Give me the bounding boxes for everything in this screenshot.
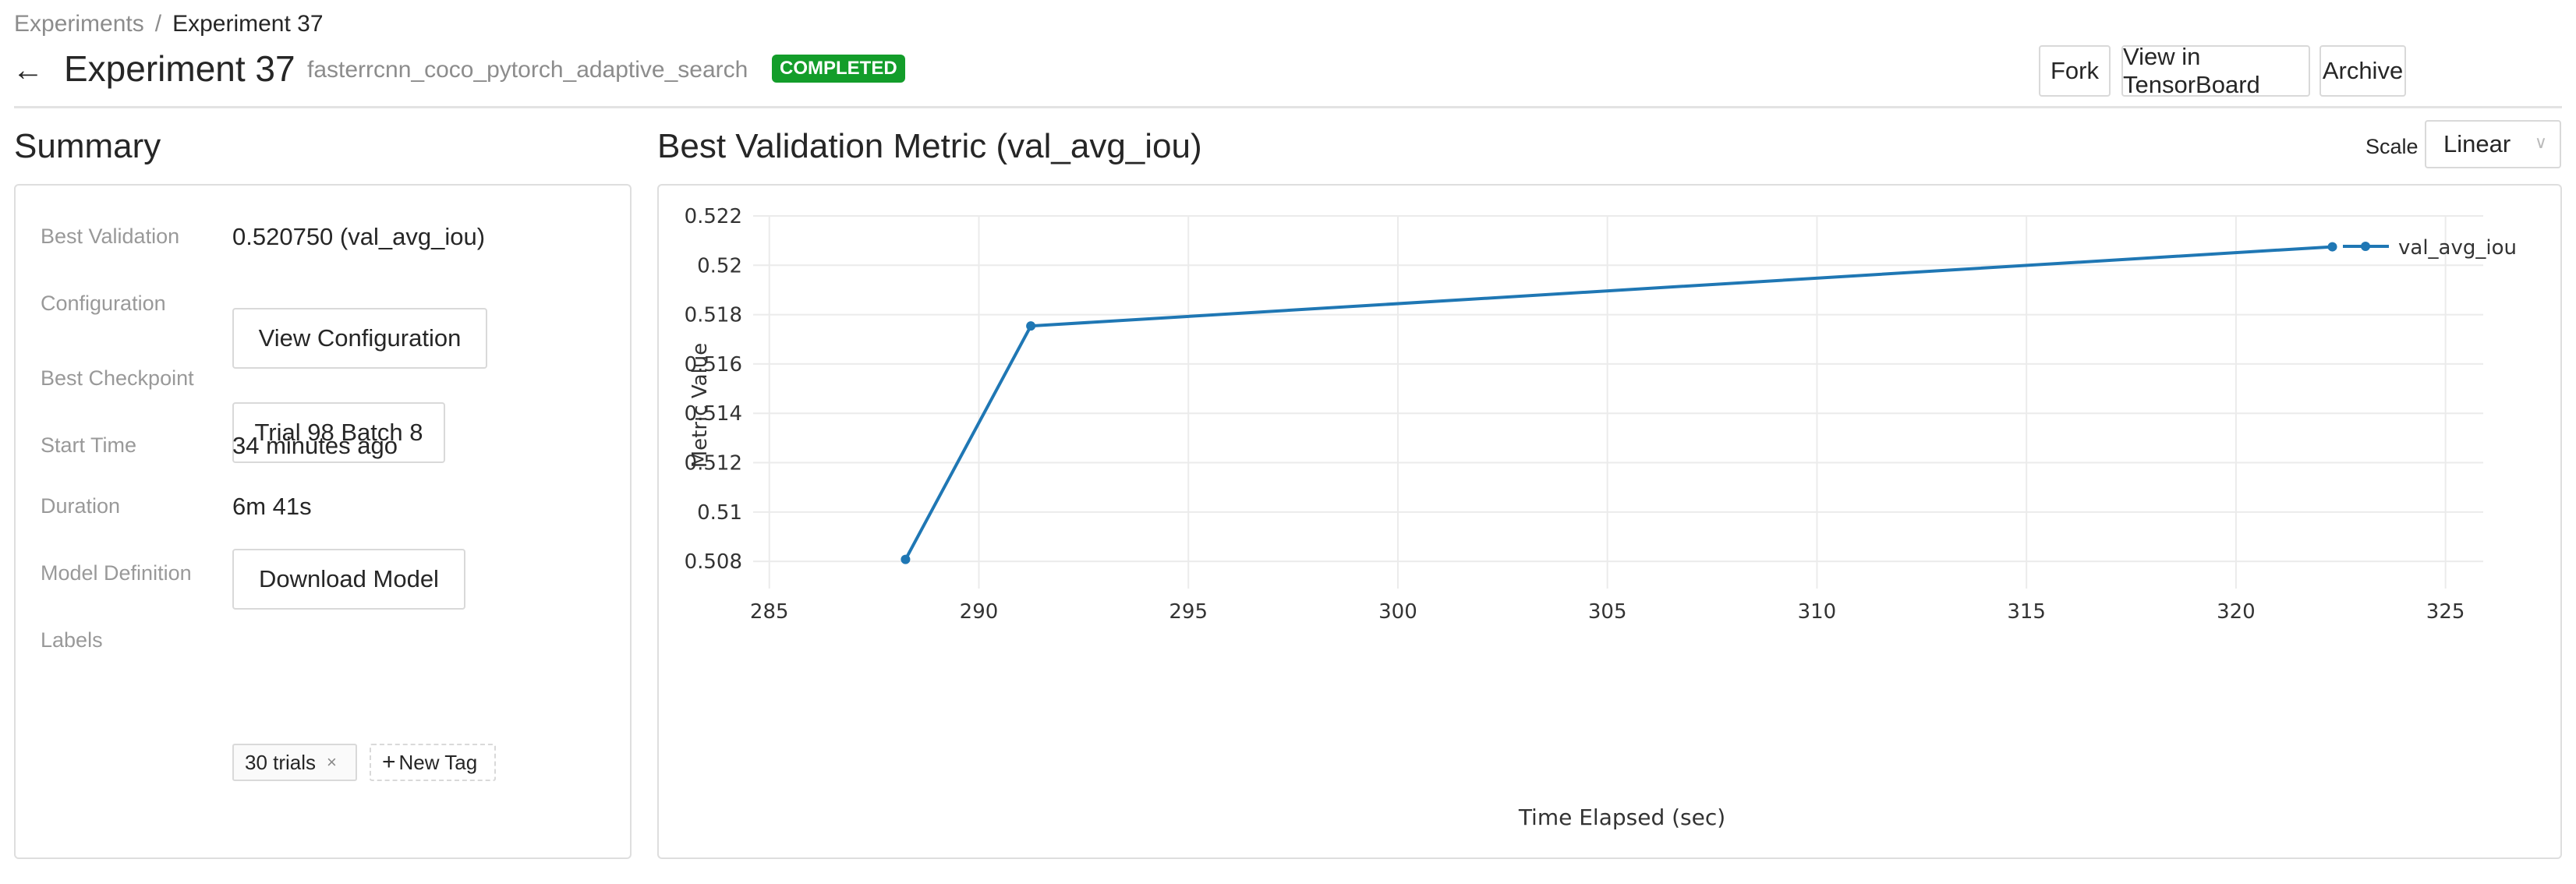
y-tick-label: 0.522: [685, 205, 742, 228]
data-point: [901, 554, 911, 564]
legend-label: val_avg_iou: [2398, 236, 2517, 260]
y-axis-title: Metric Value: [688, 343, 712, 469]
y-tick-label: 0.52: [697, 254, 742, 278]
x-axis-title: Time Elapsed (sec): [1518, 804, 1725, 830]
y-tick-label: 0.508: [685, 550, 742, 574]
x-tick-label: 300: [1378, 600, 1417, 624]
x-tick-label: 295: [1169, 600, 1208, 624]
x-tick-label: 285: [750, 600, 789, 624]
x-tick-label: 315: [2007, 600, 2046, 624]
data-point: [1026, 321, 1036, 331]
x-tick-label: 290: [960, 600, 999, 624]
metric-chart: 285 290 295 300 305 310 315 320 325 0.508 0.51 0.51…: [685, 205, 2517, 830]
x-tick-label: 305: [1588, 600, 1627, 624]
x-tick-label: 325: [2426, 600, 2465, 624]
x-tick-label: 310: [1798, 600, 1837, 624]
legend-marker: [2361, 242, 2370, 251]
y-tick-label: 0.518: [685, 304, 742, 327]
data-point: [2327, 242, 2337, 252]
x-tick-label: 320: [2217, 600, 2256, 624]
y-tick-label: 0.51: [697, 501, 742, 525]
